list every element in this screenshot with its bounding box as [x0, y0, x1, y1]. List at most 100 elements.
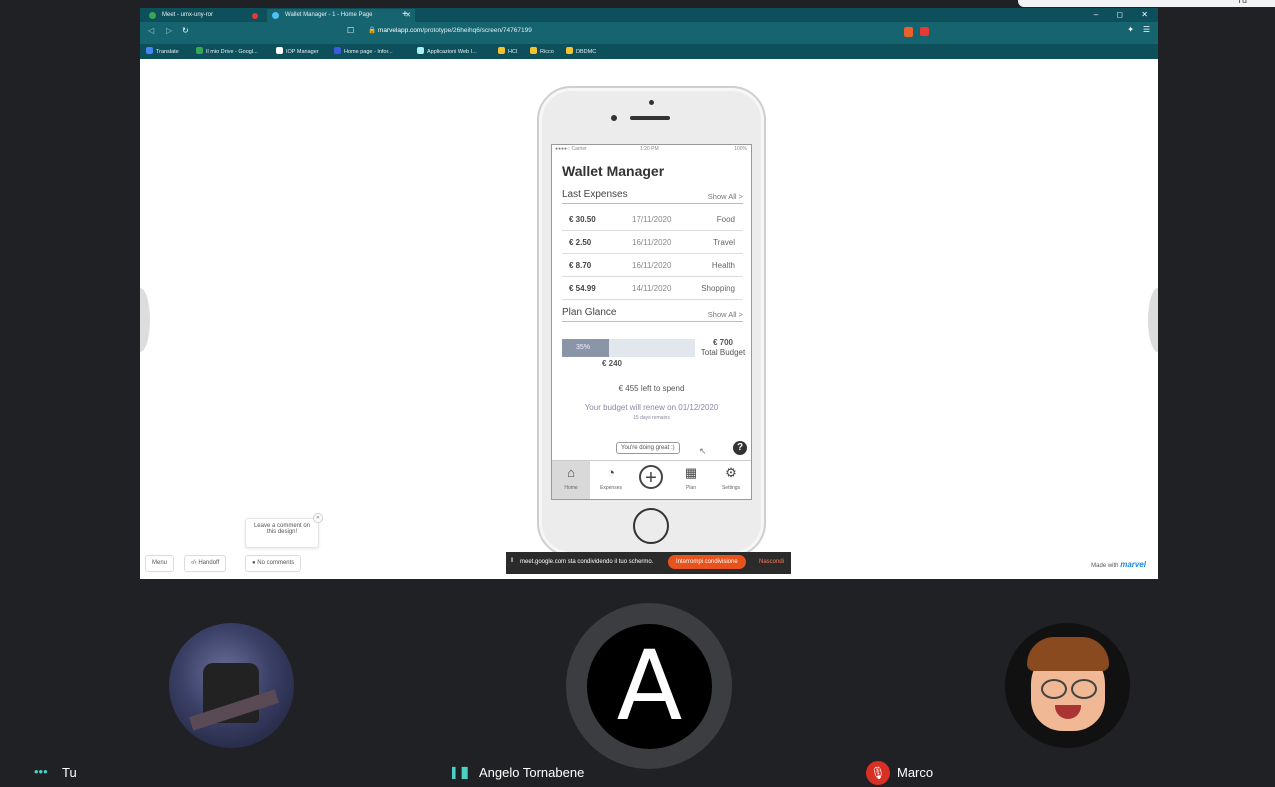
participant-name: Tu — [62, 765, 77, 780]
bookmark-folder[interactable]: DBDMC — [566, 47, 596, 55]
expense-row[interactable]: € 2.50 16/11/2020 Travel — [562, 231, 743, 254]
prev-screen-arrow[interactable] — [140, 288, 150, 352]
participant-avatar-marco — [1005, 623, 1130, 748]
code-icon: ‹/› — [191, 560, 197, 566]
bookmark-item[interactable]: Applicazioni Web I... — [417, 47, 477, 55]
address-bar: ◁ ▷ ↻ ☐ 🔒 marvelapp.com/prototype/26heih… — [140, 22, 1158, 44]
bookmark-item[interactable]: IOP Manager — [276, 47, 319, 55]
menu-icon[interactable]: ☰ — [1143, 25, 1150, 34]
menu-button[interactable]: Menu — [145, 555, 175, 572]
site-icon — [276, 47, 283, 54]
glasses-icon — [1071, 679, 1097, 699]
plan-show-all-link[interactable]: Show All > — [708, 310, 743, 319]
bookmark-icon[interactable]: ☐ — [347, 26, 354, 35]
stop-sharing-button[interactable]: Interrompi condivisione — [668, 555, 746, 569]
renew-text: Your budget will renew on 01/12/2020 — [584, 403, 719, 412]
new-tab-button[interactable]: + — [402, 8, 408, 22]
marvel-icon — [272, 12, 279, 19]
days-remaining: 15 days remains — [633, 415, 670, 421]
expense-row[interactable]: € 30.50 17/11/2020 Food — [562, 208, 743, 231]
drag-handle-icon[interactable]: ‖ — [511, 558, 513, 564]
screen-share-bar: ‖ meet.google.com sta condividendo il tu… — [506, 552, 791, 574]
mic-off-icon: 🎙 — [866, 761, 890, 785]
nav-home[interactable]: ⌂ Home — [552, 461, 590, 499]
phone-frame: ●●●●○ Carrier 1:20 PM 100% Wallet Manage… — [537, 86, 766, 557]
encouragement-tooltip: You're doing great :) — [616, 442, 680, 454]
alert-icon[interactable] — [920, 27, 929, 36]
phone-home-button — [633, 508, 669, 544]
total-budget-label: Total Budget — [700, 348, 746, 357]
hide-button[interactable]: Nascondi — [759, 559, 784, 565]
gear-icon: ⚙ — [725, 465, 737, 480]
budget-progress-bar: 35% — [562, 339, 695, 357]
brave-shield-icon[interactable] — [904, 27, 913, 37]
nav-expenses[interactable]: ◔ Expenses — [592, 461, 630, 499]
globe-icon — [417, 47, 424, 54]
participant-avatar-tu — [169, 623, 294, 748]
window-controls[interactable]: – ◻ ✕ — [1094, 8, 1148, 22]
more-options-icon[interactable]: ••• — [34, 764, 48, 779]
status-bar: ●●●●○ Carrier 1:20 PM 100% — [552, 145, 751, 153]
carrier-label: ●●●●○ Carrier — [555, 146, 587, 152]
total-budget-amount: € 700 — [712, 338, 734, 347]
marvel-viewer: ●●●●○ Carrier 1:20 PM 100% Wallet Manage… — [140, 59, 1158, 579]
back-icon[interactable]: ◁ — [148, 26, 154, 35]
sensor-dot — [611, 115, 617, 121]
self-label: Tu — [1236, 0, 1247, 5]
reload-icon[interactable]: ↻ — [182, 26, 189, 35]
folder-icon — [530, 47, 537, 54]
tab-wallet-manager[interactable]: Wallet Manager - 1 - Home Page ✕ — [267, 9, 415, 22]
pie-chart-icon: ◔ — [607, 465, 615, 480]
nav-plan[interactable]: ▦ Plan — [672, 461, 710, 499]
help-icon[interactable]: ? — [733, 441, 747, 455]
folder-icon — [498, 47, 505, 54]
tab-meet[interactable]: Meet - umx-uny-ror✕ — [144, 9, 277, 22]
expenses-show-all-link[interactable]: Show All > — [708, 192, 743, 201]
last-expenses-header: Last Expenses Show All > — [562, 189, 743, 204]
sharing-notice: meet.google.com sta condividendo il tuo … — [520, 559, 654, 565]
bookmark-item[interactable]: Home page - Infor... — [334, 47, 393, 55]
budget-progress-fill: 35% — [562, 339, 609, 357]
url-field[interactable]: 🔒 marvelapp.com/prototype/26heihq6/scree… — [368, 26, 532, 34]
participant-name: Angelo Tornabene — [479, 765, 585, 780]
meet-icon — [149, 12, 156, 19]
close-icon[interactable]: ✕ — [313, 513, 323, 523]
app-title: Wallet Manager — [562, 163, 665, 179]
made-with-marvel[interactable]: Made with marvel — [1091, 560, 1146, 569]
extensions-icon[interactable]: ✦ — [1127, 25, 1134, 34]
comment-icon: ● — [252, 560, 256, 566]
calculator-icon: ▦ — [684, 465, 698, 480]
nav-settings[interactable]: ⚙ Settings — [712, 461, 750, 499]
top-right-panel: Tu — [1018, 0, 1275, 7]
site-icon — [334, 47, 341, 54]
bookmarks-bar: Translate Il mio Drive - Googl... IOP Ma… — [140, 44, 1158, 59]
memoji-hair — [1027, 637, 1109, 671]
camera-dot — [649, 100, 654, 105]
mouse-cursor-icon: ↖ — [699, 446, 707, 456]
translate-icon — [146, 47, 153, 54]
participant-name: Marco — [897, 765, 934, 780]
clock-label: 1:20 PM — [640, 146, 659, 152]
participant-avatar-angelo: A — [587, 624, 712, 749]
forward-icon[interactable]: ▷ — [166, 26, 172, 35]
battery-label: 100% — [734, 146, 747, 152]
audio-level-icon: ▌▐▌ — [452, 768, 471, 779]
bookmark-folder[interactable]: Ricco — [530, 47, 554, 55]
expense-row[interactable]: € 8.70 16/11/2020 Health — [562, 254, 743, 277]
bottom-nav: ⌂ Home ◔ Expenses + ▦ Plan ⚙ Settings — [552, 460, 751, 499]
plan-glance-header: Plan Glance Show All > — [562, 307, 743, 322]
handoff-button[interactable]: ‹/› Handoff — [184, 555, 227, 572]
bookmark-folder[interactable]: HCI — [498, 47, 517, 55]
comments-button[interactable]: ● No comments — [245, 555, 302, 572]
drive-icon — [196, 47, 203, 54]
browser-tabbar: Meet - umx-uny-ror✕ Wallet Manager - 1 -… — [140, 8, 1158, 22]
comment-tip[interactable]: Leave a comment on this design! — [245, 518, 319, 548]
bookmark-item[interactable]: Translate — [146, 47, 179, 55]
left-to-spend: € 455 left to spend — [618, 384, 685, 393]
bookmark-item[interactable]: Il mio Drive - Googl... — [196, 47, 258, 55]
next-screen-arrow[interactable] — [1148, 288, 1158, 352]
add-expense-button[interactable]: + — [639, 465, 663, 489]
home-icon: ⌂ — [567, 465, 575, 480]
expense-row[interactable]: € 54.99 14/11/2020 Shopping — [562, 277, 743, 300]
marvel-logo: marvel — [1120, 560, 1146, 569]
